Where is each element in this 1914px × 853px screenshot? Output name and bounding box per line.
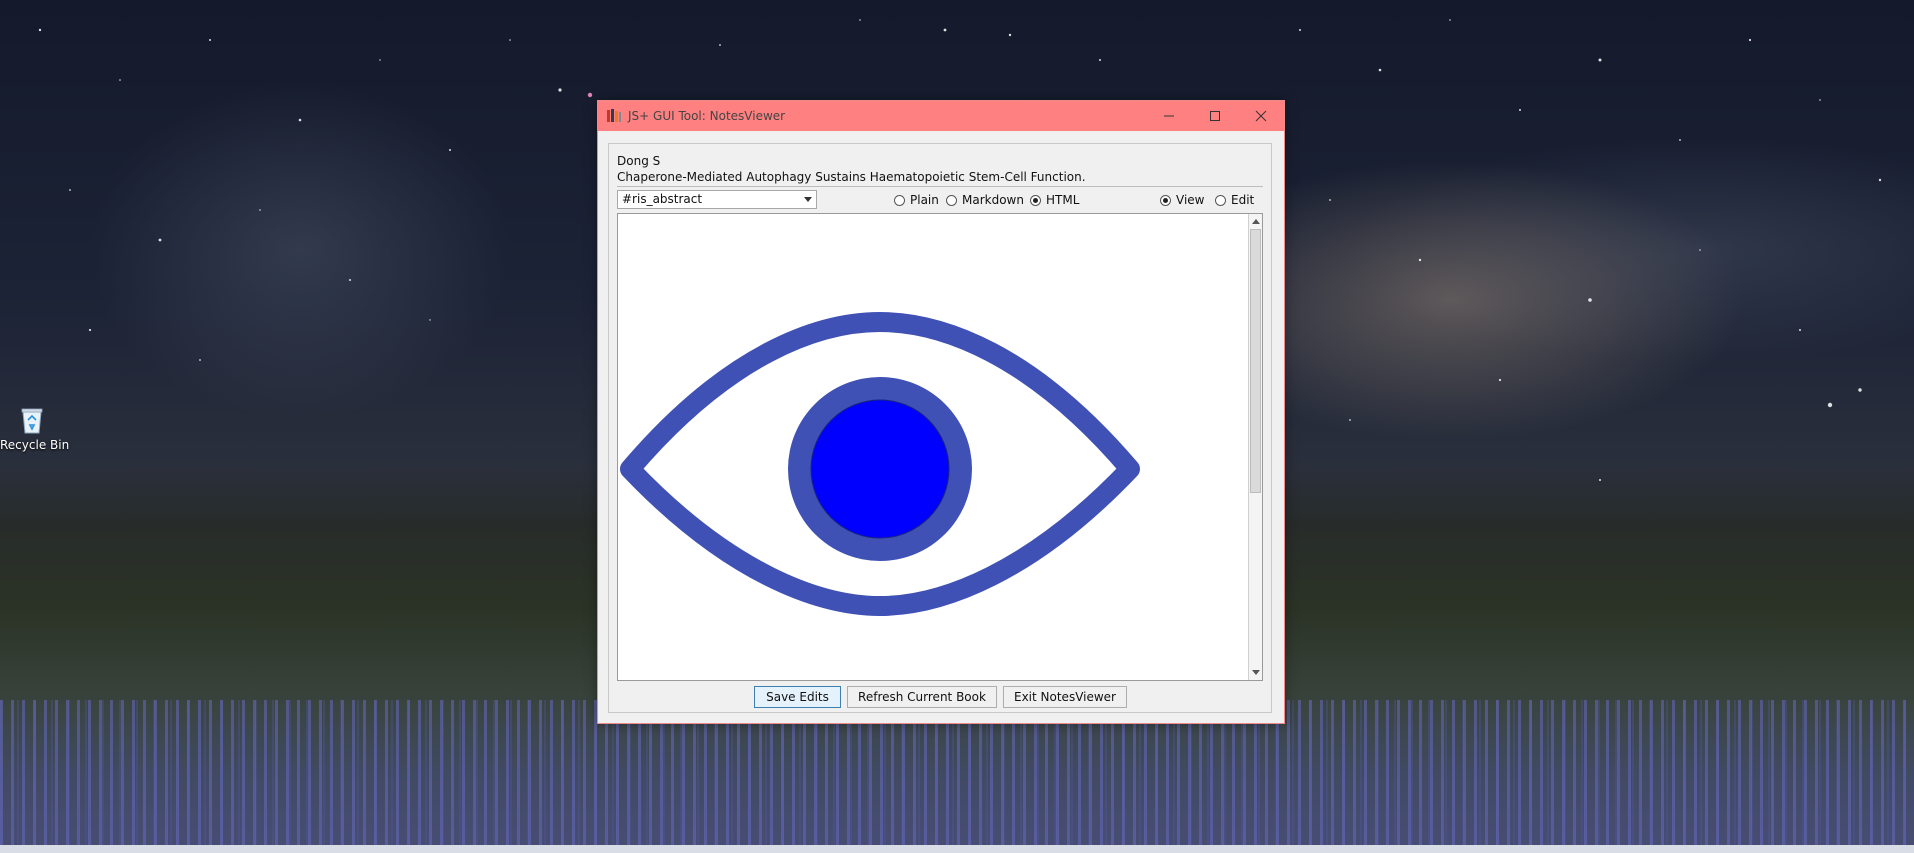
maximize-icon — [1210, 111, 1220, 121]
close-button[interactable] — [1238, 101, 1284, 131]
chevron-down-icon — [804, 197, 812, 202]
field-select-value: #ris_abstract — [622, 192, 703, 206]
record-author: Dong S — [617, 154, 661, 168]
radio-view-label: View — [1176, 193, 1205, 207]
window-title: JS+ GUI Tool: NotesViewer — [628, 109, 786, 123]
scroll-up-button[interactable] — [1249, 214, 1262, 228]
app-icon — [607, 109, 621, 122]
header-divider — [617, 186, 1263, 187]
minimize-button[interactable] — [1146, 101, 1192, 131]
radio-markdown-indicator[interactable] — [946, 194, 957, 206]
recycle-bin-icon — [21, 408, 43, 434]
radio-edit-indicator[interactable] — [1215, 194, 1226, 206]
eye-icon — [620, 312, 1140, 616]
radio-plain-indicator[interactable] — [894, 194, 905, 206]
recycle-bin-label: Recycle Bin — [0, 438, 70, 452]
format-radio-html[interactable]: HTML — [1030, 191, 1079, 209]
vertical-scrollbar[interactable] — [1248, 214, 1262, 680]
exit-notesviewer-button[interactable]: Exit NotesViewer — [1003, 686, 1127, 708]
minimize-icon — [1164, 115, 1174, 117]
html-viewer[interactable] — [617, 213, 1263, 681]
radio-view-indicator[interactable] — [1160, 194, 1171, 206]
format-radio-markdown[interactable]: Markdown — [946, 191, 1024, 209]
maximize-button[interactable] — [1192, 101, 1238, 131]
radio-html-indicator[interactable] — [1030, 194, 1041, 206]
radio-plain-label: Plain — [910, 193, 939, 207]
radio-edit-label: Edit — [1231, 193, 1255, 207]
recycle-bin-shortcut[interactable]: Recycle Bin — [0, 405, 70, 452]
field-select[interactable]: #ris_abstract — [617, 190, 817, 209]
arrow-up-icon — [1251, 219, 1260, 224]
save-edits-button[interactable]: Save Edits — [754, 686, 841, 708]
radio-markdown-label: Markdown — [962, 193, 1024, 207]
notesviewer-window[interactable]: JS+ GUI Tool: NotesViewer Dong S Chapero… — [597, 100, 1285, 724]
eye-pupil — [810, 399, 950, 539]
radio-html-label: HTML — [1046, 193, 1080, 207]
scroll-thumb[interactable] — [1250, 229, 1261, 493]
arrow-down-icon — [1251, 670, 1260, 675]
mode-radio-edit[interactable]: Edit — [1215, 191, 1254, 209]
scroll-down-button[interactable] — [1249, 666, 1262, 680]
close-icon — [1255, 110, 1267, 122]
taskbar-edge — [0, 845, 1914, 853]
format-radio-plain[interactable]: Plain — [894, 191, 939, 209]
notes-panel: Dong S Chaperone-Mediated Autophagy Sust… — [608, 143, 1272, 713]
record-title: Chaperone-Mediated Autophagy Sustains Ha… — [617, 170, 1086, 184]
mode-radio-view[interactable]: View — [1160, 191, 1204, 209]
title-bar[interactable]: JS+ GUI Tool: NotesViewer — [598, 101, 1284, 131]
refresh-current-book-button[interactable]: Refresh Current Book — [847, 686, 997, 708]
